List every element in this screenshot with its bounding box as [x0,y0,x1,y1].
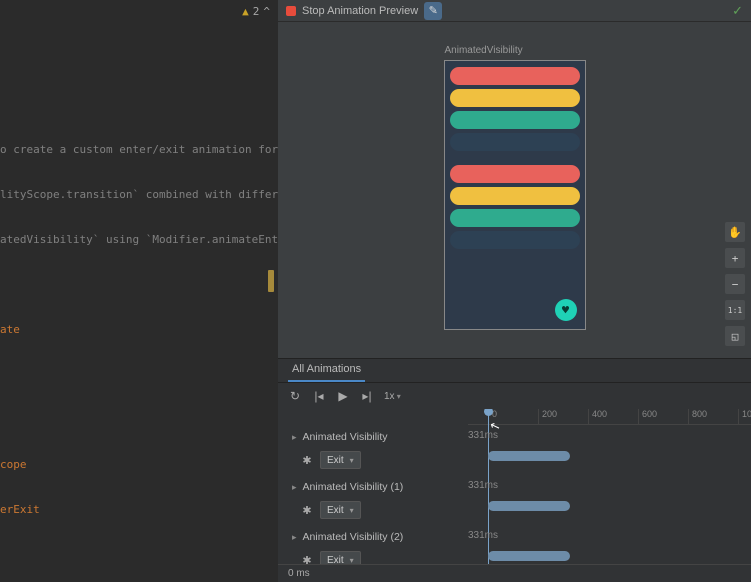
code-token: cope [0,457,278,472]
animation-item: ▸ Animated Visibility (1) ✱ Exit 331ms [278,477,751,527]
timestamp-footer: 0 ms [278,564,751,582]
animation-item-header[interactable]: ▸ Animated Visibility (1) [292,477,468,497]
device-frame: AnimatedVisibility ♥ [444,60,586,330]
view-tools: ✋ + − 1:1 ◱ [725,222,745,346]
play-icon[interactable]: ▶ [336,389,350,403]
fab-heart[interactable]: ♥ [555,299,577,321]
animation-name: Animated Visibility [303,431,388,443]
animation-panel: All Animations ↻ |◂ ▶ ▸| 1x 0 200 400 60… [278,358,751,582]
timeline[interactable]: 0 200 400 600 800 1000 ↖ ▸ Animated Visi… [278,409,751,564]
ruler-tick: 400 [588,409,607,424]
preview-bar [450,209,580,227]
doc-comment: o create a custom enter/exit animation f… [0,142,278,157]
chevron-right-icon: ▸ [292,532,297,543]
state-select[interactable]: Exit [320,501,361,519]
ruler-tick: 200 [538,409,557,424]
animation-item: ▸ Animated Visibility ✱ Exit 331ms [278,427,751,477]
warning-icon: ▲ [242,5,249,18]
track-bar[interactable] [488,551,570,561]
zoom-out-icon[interactable]: − [725,274,745,294]
editor-status-bar: ▲ 2 ^ [0,0,278,22]
zoom-reset-icon[interactable]: 1:1 [725,300,745,320]
preview-bar [450,133,580,151]
code-token: ate [0,322,278,337]
timestamp-value: 0 ms [288,568,310,579]
timeline-ruler: 0 200 400 600 800 1000 [468,409,751,425]
code-area[interactable]: o create a custom enter/exit animation f… [0,22,278,582]
skip-start-icon[interactable]: |◂ [312,389,326,403]
preview-bar [450,231,580,249]
snowflake-icon[interactable]: ✱ [300,453,314,467]
preview-title: Stop Animation Preview [302,5,418,17]
track-bar[interactable] [488,451,570,461]
skip-end-icon[interactable]: ▸| [360,389,374,403]
edit-icon[interactable]: ✎ [424,2,442,20]
speed-select[interactable]: 1x [384,391,401,402]
zoom-in-icon[interactable]: + [725,248,745,268]
snowflake-icon[interactable]: ✱ [300,553,314,564]
ruler-tick: 800 [688,409,707,424]
animation-name: Animated Visibility (1) [303,481,404,493]
warning-count: 2 [253,5,260,18]
animation-item-header[interactable]: ▸ Animated Visibility [292,427,468,447]
frame-label: AnimatedVisibility [445,45,523,56]
pan-icon[interactable]: ✋ [725,222,745,242]
duration-label: 331ms [468,530,498,541]
animation-item: ▸ Animated Visibility (2) ✱ Exit 331ms [278,527,751,564]
preview-bar [450,67,580,85]
code-editor-pane: ▲ 2 ^ o create a custom enter/exit anima… [0,0,278,582]
playback-controls: ↻ |◂ ▶ ▸| 1x [278,383,751,409]
doc-comment: atedVisibility` using `Modifier.animateE… [0,232,278,247]
loop-icon[interactable]: ↻ [288,389,302,403]
stop-icon[interactable] [286,6,296,16]
state-select[interactable]: Exit [320,451,361,469]
preview-bar [450,187,580,205]
track-bar[interactable] [488,501,570,511]
state-select[interactable]: Exit [320,551,361,564]
duration-label: 331ms [468,430,498,441]
caret-icon: ^ [263,5,270,18]
chevron-right-icon: ▸ [292,432,297,443]
chevron-right-icon: ▸ [292,482,297,493]
check-icon: ✓ [732,3,743,19]
right-pane: Stop Animation Preview ✎ ✓ AnimatedVisib… [278,0,751,582]
animation-item-header[interactable]: ▸ Animated Visibility (2) [292,527,468,547]
animation-name: Animated Visibility (2) [303,531,404,543]
ruler-tick: 1000 [738,409,751,424]
animation-tabs: All Animations [278,359,751,383]
ruler-tick: 600 [638,409,657,424]
fit-icon[interactable]: ◱ [725,326,745,346]
preview-canvas[interactable]: AnimatedVisibility ♥ ✋ + − 1:1 ◱ [278,22,751,358]
doc-comment: lityScope.transition` combined with diff… [0,187,278,202]
preview-bar [450,165,580,183]
preview-bar [450,89,580,107]
duration-label: 331ms [468,480,498,491]
code-token: erExit [0,502,278,517]
preview-bar [450,111,580,129]
tab-all-animations[interactable]: All Animations [288,358,365,382]
snowflake-icon[interactable]: ✱ [300,503,314,517]
preview-header: Stop Animation Preview ✎ ✓ [278,0,751,22]
